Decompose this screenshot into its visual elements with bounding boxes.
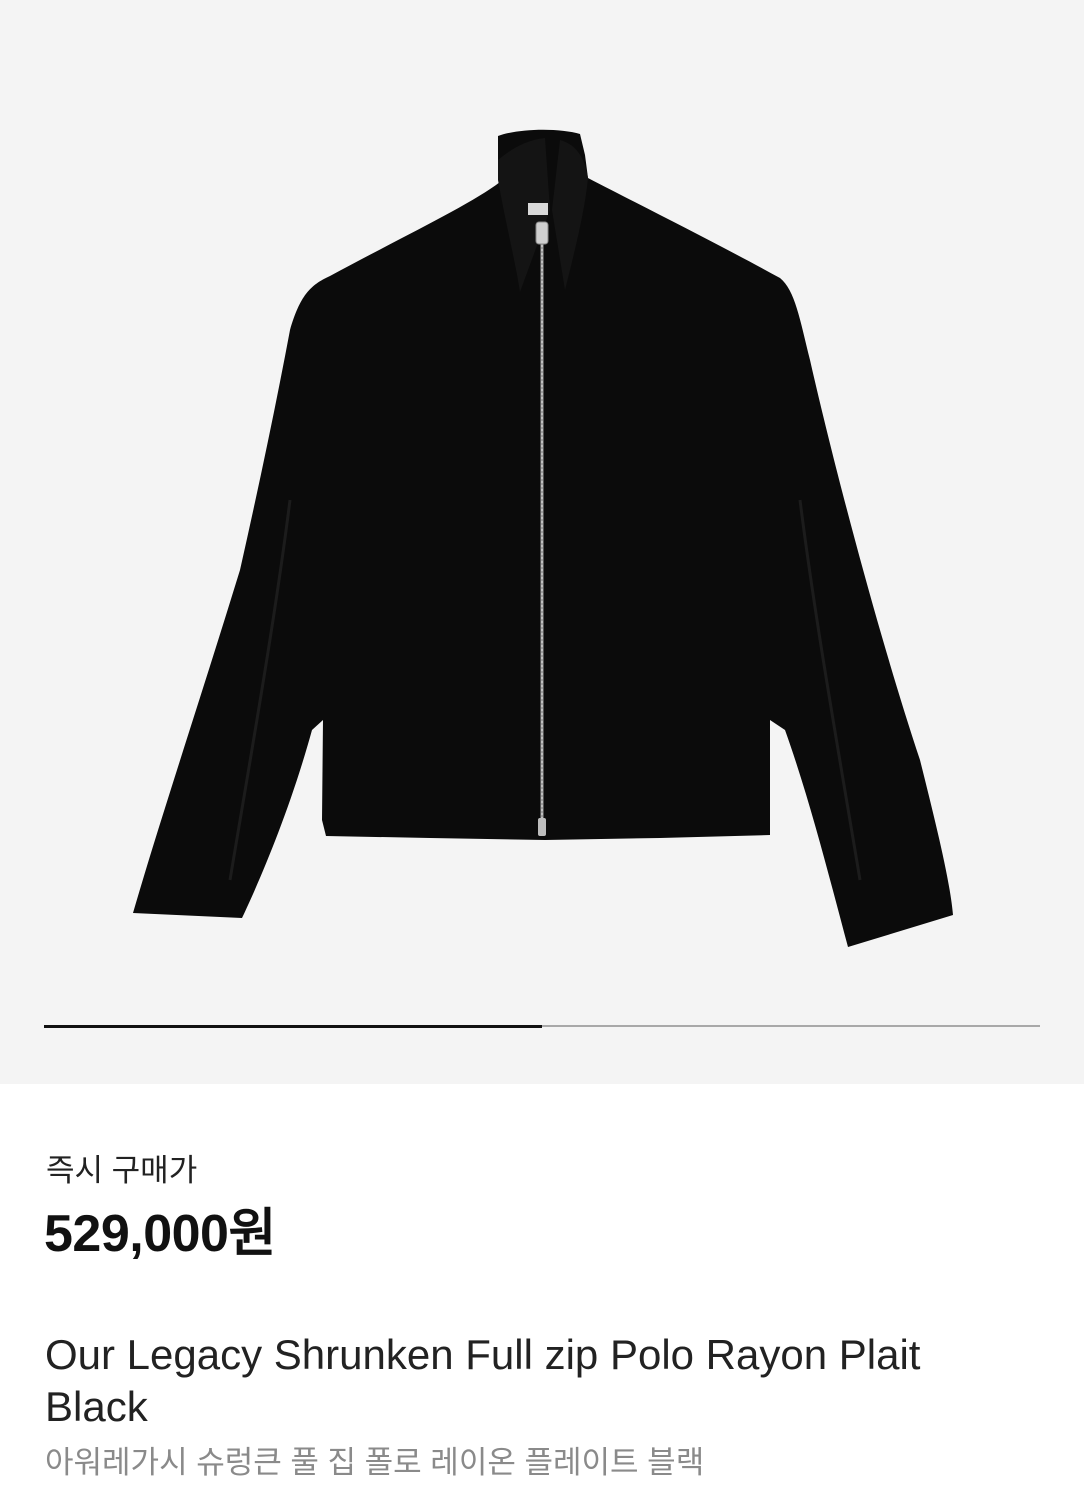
carousel-progress-track bbox=[44, 1024, 1040, 1028]
product-image-carousel[interactable] bbox=[0, 0, 1084, 1084]
instant-buy-price-label: 즉시 구매가 bbox=[46, 1153, 198, 1188]
neck-label bbox=[528, 203, 548, 215]
product-name-ko: 아워레가시 슈렁큰 풀 집 폴로 레이온 플레이트 블랙 bbox=[45, 1445, 705, 1480]
product-image[interactable] bbox=[0, 0, 1084, 1000]
product-name-en: Our Legacy Shrunken Full zip Polo Rayon … bbox=[45, 1331, 921, 1430]
carousel-progress-indicator bbox=[44, 1024, 542, 1028]
zipper-stop bbox=[538, 818, 546, 836]
zipper-pull bbox=[535, 221, 549, 245]
instant-buy-price: 529,000원 bbox=[44, 1205, 276, 1263]
product-detail-page: 즉시 구매가 529,000원 Our Legacy Shrunken Full… bbox=[0, 0, 1084, 1500]
